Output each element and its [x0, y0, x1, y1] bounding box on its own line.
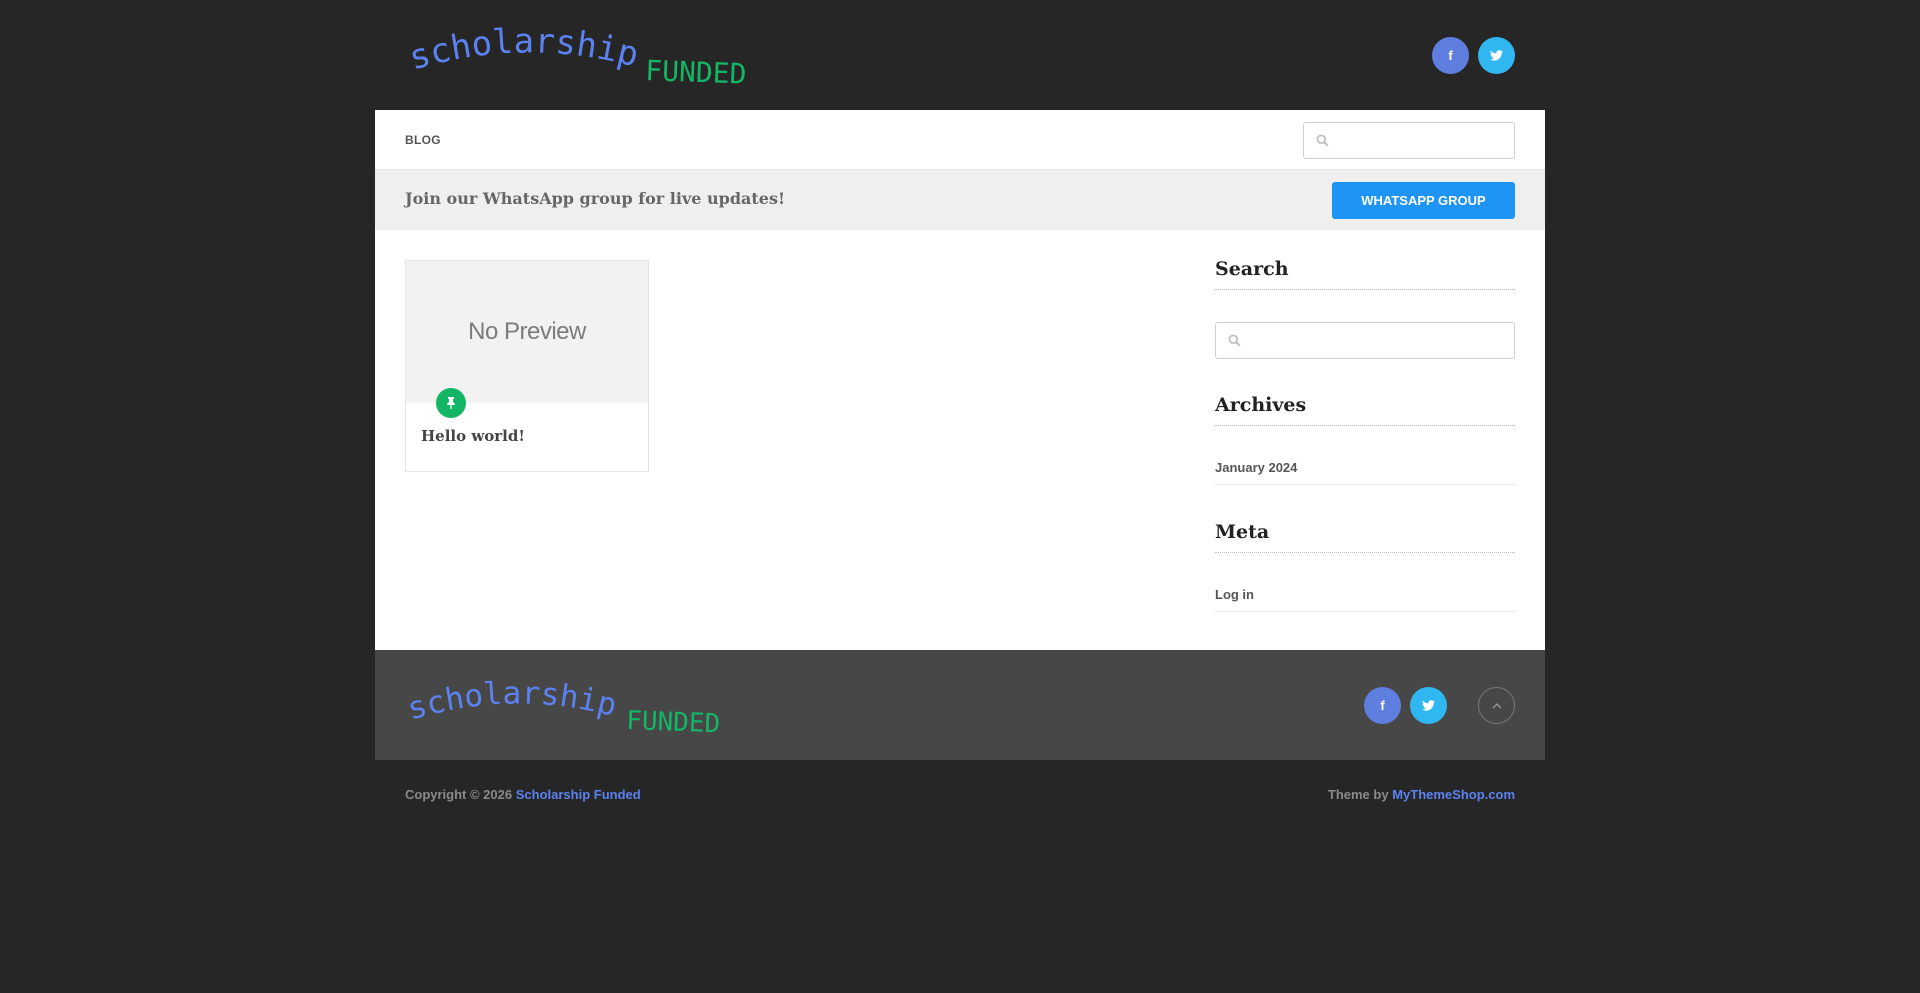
header-search-box	[1303, 122, 1515, 159]
whatsapp-group-button[interactable]: WHATSAPP GROUP	[1332, 182, 1515, 219]
logo-text-primary: scholarship~	[405, 18, 643, 79]
sticky-badge	[436, 388, 466, 418]
copyright: Copyright © 2026 Scholarship Funded	[405, 787, 641, 802]
theme-author-link[interactable]: MyThemeShop.com	[1392, 787, 1515, 802]
twitter-icon	[1422, 700, 1435, 711]
site-home-link[interactable]: Scholarship Funded	[516, 787, 641, 802]
site-header: scholarship~ FUNDED f	[375, 0, 1545, 110]
twitter-icon	[1490, 50, 1503, 61]
copyright-text: Copyright © 2026	[405, 787, 513, 802]
twitter-button[interactable]	[1410, 687, 1447, 724]
footer-logo-text-primary: scholarship~	[405, 672, 620, 728]
widget-title-archives: Archives	[1215, 394, 1515, 426]
post-card[interactable]: No Preview Hello world!	[405, 260, 649, 472]
notice-bar: Join our WhatsApp group for live updates…	[375, 170, 1545, 230]
meta-link-log-in[interactable]: Log in	[1215, 587, 1515, 612]
facebook-icon: f	[1448, 48, 1453, 63]
main-navigation: BLOG	[375, 110, 1545, 170]
back-to-top-button[interactable]	[1478, 687, 1515, 724]
search-icon	[1316, 134, 1329, 147]
twitter-button[interactable]	[1478, 37, 1515, 74]
theme-credit-text: Theme by	[1327, 787, 1389, 802]
nav-item-blog[interactable]: BLOG	[405, 133, 441, 147]
pin-icon	[447, 397, 455, 409]
main-content: No Preview Hello world! Search Archives …	[375, 230, 1545, 650]
notice-text: Join our WhatsApp group for live updates…	[405, 189, 785, 208]
theme-credit: Theme by MyThemeShop.com	[1328, 787, 1515, 802]
widget-title-search: Search	[1215, 258, 1515, 290]
site-footer: scholarship~ FUNDED f	[375, 650, 1545, 760]
archive-link-january-2024[interactable]: January 2024	[1215, 460, 1515, 485]
post-title[interactable]: Hello world!	[421, 427, 525, 445]
logo-text-secondary: FUNDED	[645, 54, 747, 90]
header-social-links: f	[1432, 37, 1515, 74]
post-thumbnail[interactable]: No Preview	[406, 261, 648, 403]
sidebar-search-input[interactable]	[1241, 323, 1514, 358]
footer-social-links: f	[1364, 687, 1447, 724]
widget-title-meta: Meta	[1215, 521, 1515, 553]
footer-logo-text-secondary: FUNDED	[626, 706, 721, 738]
footer-logo[interactable]: scholarship~ FUNDED	[405, 672, 765, 738]
sidebar-search-box	[1215, 322, 1515, 359]
thumbnail-placeholder-text: No Preview	[468, 318, 586, 345]
facebook-icon: f	[1380, 698, 1385, 713]
facebook-button[interactable]: f	[1364, 687, 1401, 724]
site-logo[interactable]: scholarship~ FUNDED	[405, 18, 795, 90]
facebook-button[interactable]: f	[1432, 37, 1469, 74]
chevron-up-icon	[1492, 702, 1501, 708]
search-icon	[1228, 334, 1241, 347]
header-search-input[interactable]	[1329, 123, 1514, 158]
